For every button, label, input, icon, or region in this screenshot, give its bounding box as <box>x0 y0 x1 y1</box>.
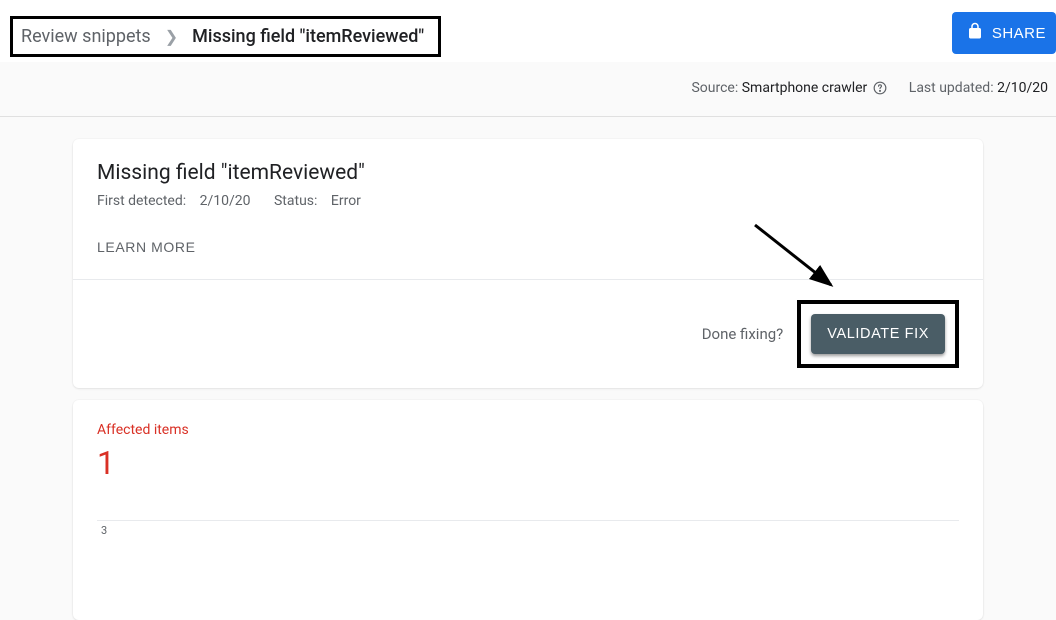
chevron-right-icon: ❯ <box>165 27 178 46</box>
share-button[interactable]: SHARE <box>952 12 1056 54</box>
validate-fix-button[interactable]: VALIDATE FIX <box>811 314 945 354</box>
done-fixing-label: Done fixing? <box>702 325 784 343</box>
validate-row: Done fixing? VALIDATE FIX <box>73 279 983 388</box>
learn-more-link[interactable]: LEARN MORE <box>97 239 196 255</box>
content: Missing field "itemReviewed" First detec… <box>0 117 1056 620</box>
affected-label: Affected items <box>97 422 959 438</box>
updated-value: 2/10/20 <box>997 80 1048 96</box>
breadcrumb-current: Missing field "itemReviewed" <box>192 26 424 47</box>
share-label: SHARE <box>992 25 1046 42</box>
source-label: Source: <box>691 80 738 96</box>
status-label: Status: <box>274 193 317 209</box>
first-detected-value: 2/10/20 <box>200 193 251 209</box>
issue-card: Missing field "itemReviewed" First detec… <box>73 139 983 388</box>
source-info: Source: Smartphone crawler <box>691 80 886 96</box>
first-detected-label: First detected: <box>97 193 186 209</box>
help-icon[interactable] <box>873 81 887 95</box>
status-value: Error <box>331 193 361 209</box>
issue-title: Missing field "itemReviewed" <box>97 161 959 185</box>
header-bar: Review snippets ❯ Missing field "itemRev… <box>0 0 1056 62</box>
source-value: Smartphone crawler <box>742 80 868 96</box>
chart-area: 3 <box>97 520 959 590</box>
updated-info: Last updated: 2/10/20 <box>909 80 1048 96</box>
issue-header: Missing field "itemReviewed" First detec… <box>73 139 983 279</box>
updated-label: Last updated: <box>909 80 994 96</box>
breadcrumb-parent[interactable]: Review snippets <box>21 26 151 47</box>
chart-y-tick: 3 <box>101 524 107 537</box>
affected-card: Affected items 1 3 <box>73 400 983 620</box>
breadcrumb: Review snippets ❯ Missing field "itemRev… <box>10 16 441 57</box>
lock-icon <box>966 22 984 44</box>
meta-bar: Source: Smartphone crawler Last updated:… <box>0 62 1056 117</box>
validate-highlight-box: VALIDATE FIX <box>797 300 959 368</box>
issue-meta: First detected: 2/10/20 Status: Error <box>97 193 959 209</box>
affected-count: 1 <box>97 444 959 482</box>
